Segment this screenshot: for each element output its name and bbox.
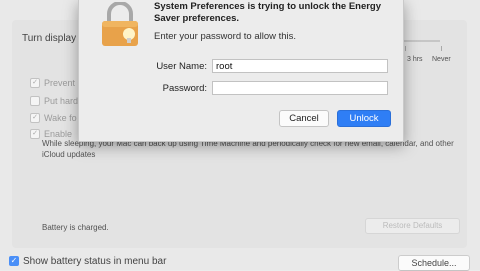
dialog-subtitle: Enter your password to allow this.: [154, 31, 297, 42]
password-field[interactable]: [212, 81, 388, 95]
unlock-dialog: System Preferences is trying to unlock t…: [78, 0, 404, 142]
username-label: User Name:: [156, 61, 207, 72]
dialog-title: System Preferences is trying to unlock t…: [154, 1, 382, 24]
password-label: Password:: [162, 83, 207, 94]
unlock-button[interactable]: Unlock: [337, 110, 391, 127]
cancel-button[interactable]: Cancel: [279, 110, 329, 127]
lock-icon: [102, 2, 138, 46]
username-field[interactable]: root: [212, 59, 388, 73]
